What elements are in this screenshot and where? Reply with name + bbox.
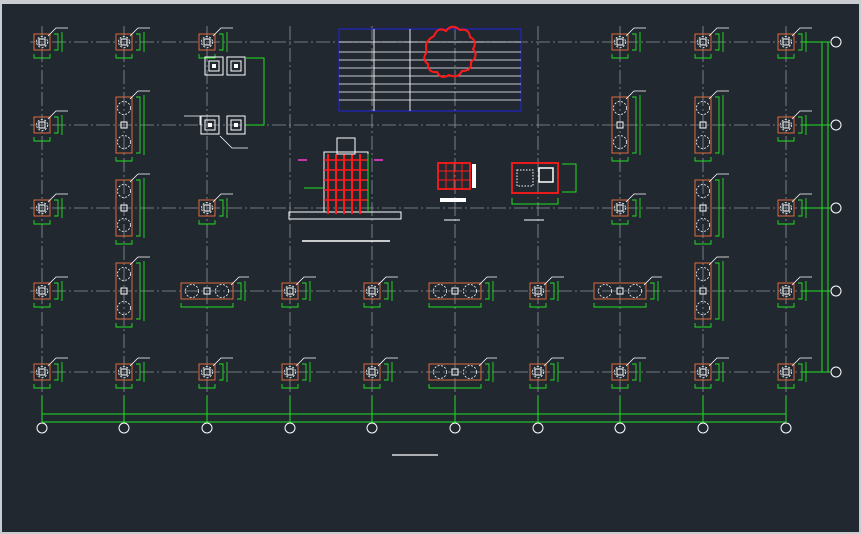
axis-bubble — [830, 36, 842, 48]
plan-detail-a-beam — [440, 198, 466, 202]
axis-bubble — [366, 422, 378, 434]
axis-bubble — [284, 422, 296, 434]
axis-bubble — [697, 422, 709, 434]
column-stub — [234, 64, 238, 68]
axis-bubble — [614, 422, 626, 434]
leader-line — [219, 135, 248, 149]
leader-line — [184, 115, 201, 125]
section-column-outline — [323, 151, 369, 213]
axis-bubble — [780, 422, 792, 434]
plan-detail-b-column — [538, 167, 554, 183]
axis-bubble — [830, 202, 842, 214]
column-stub — [234, 123, 238, 127]
axis-bubble — [532, 422, 544, 434]
foundation-drawing — [30, 25, 842, 456]
plan-detail-b-dimension — [511, 198, 559, 205]
cad-viewport[interactable] — [0, 0, 861, 534]
leader-line — [478, 276, 497, 286]
axis-bubble — [201, 422, 213, 434]
dimension-layer — [36, 36, 842, 434]
leader-line — [643, 276, 662, 286]
plan-detail-b-dimension — [562, 163, 577, 193]
axis-bubble — [36, 422, 48, 434]
leader-line — [478, 357, 497, 367]
cap-dimension — [246, 57, 265, 126]
axis-bubble — [118, 422, 130, 434]
plan-detail-a-wall — [472, 164, 476, 188]
column-stub — [212, 64, 216, 68]
plan-detail-b-hatch — [516, 169, 534, 187]
axis-bubble — [830, 366, 842, 378]
axis-bubble — [449, 422, 461, 434]
axis-bubble — [830, 119, 842, 131]
axis-bubble — [830, 285, 842, 297]
detail-layer — [288, 25, 577, 456]
leader-line — [230, 276, 249, 286]
column-stub — [208, 123, 212, 127]
